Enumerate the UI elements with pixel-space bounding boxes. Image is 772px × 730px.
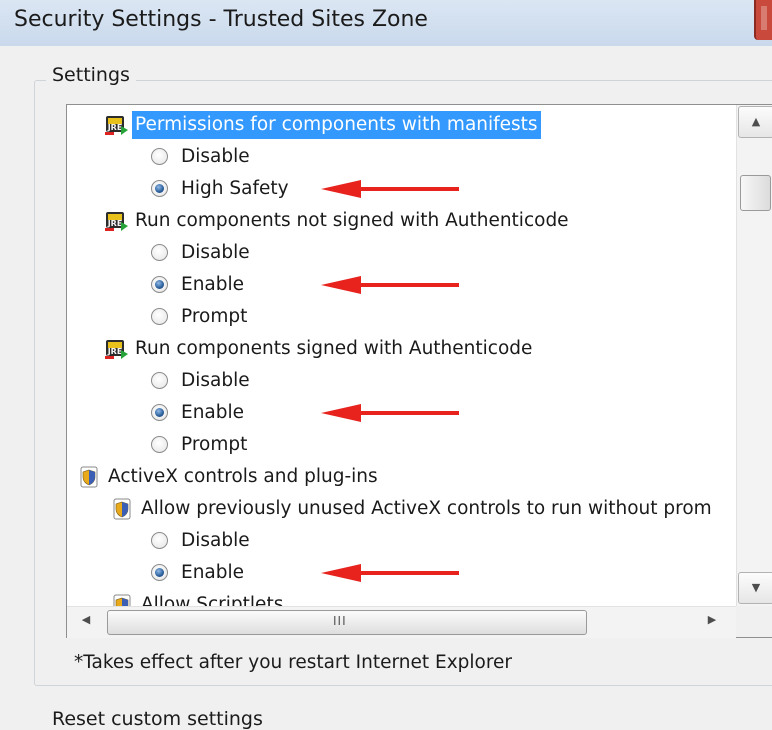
shield-icon bbox=[113, 498, 131, 520]
radio-label: Prompt bbox=[181, 434, 248, 455]
scroll-down-button[interactable]: ▼ bbox=[738, 572, 772, 604]
radio-unchecked[interactable] bbox=[151, 532, 168, 549]
scrollbar-corner bbox=[736, 606, 772, 637]
vertical-scrollbar[interactable]: ▲ ▼ bbox=[736, 105, 772, 606]
radio-option[interactable]: Prompt bbox=[67, 431, 736, 459]
category-row[interactable]: JRE Run components signed with Authentic… bbox=[67, 335, 736, 363]
radio-option[interactable]: Disable bbox=[67, 143, 736, 171]
red-arrow-annotation bbox=[321, 276, 459, 294]
settings-list[interactable]: JRE Permissions for components with mani… bbox=[66, 104, 772, 638]
radio-checked[interactable] bbox=[151, 180, 168, 197]
category-label: Run components not signed with Authentic… bbox=[135, 210, 569, 231]
settings-list-viewport: JRE Permissions for components with mani… bbox=[67, 105, 736, 606]
radio-option[interactable]: Prompt bbox=[67, 303, 736, 331]
chevron-left-icon: ◀ bbox=[81, 613, 91, 626]
reset-group-label: Reset custom settings bbox=[46, 708, 269, 730]
scroll-left-button[interactable]: ◀ bbox=[71, 610, 101, 635]
radio-option[interactable]: Disable bbox=[67, 239, 736, 267]
radio-option[interactable]: Enable bbox=[67, 271, 736, 299]
category-row[interactable]: JRE Run components not signed with Authe… bbox=[67, 207, 736, 235]
category-label: Run components signed with Authenticode bbox=[135, 338, 533, 359]
radio-label: Disable bbox=[181, 530, 250, 551]
radio-label: Prompt bbox=[181, 306, 248, 327]
chevron-up-icon: ▲ bbox=[751, 115, 761, 128]
radio-option[interactable]: High Safety bbox=[67, 175, 736, 203]
vertical-scroll-thumb[interactable] bbox=[740, 175, 771, 211]
radio-label: Enable bbox=[181, 562, 245, 583]
red-arrow-annotation bbox=[321, 180, 459, 198]
radio-unchecked[interactable] bbox=[151, 148, 168, 165]
jre-java-icon: JRE bbox=[105, 114, 129, 136]
radio-checked[interactable] bbox=[151, 404, 168, 421]
radio-checked[interactable] bbox=[151, 276, 168, 293]
chevron-right-icon: ▶ bbox=[707, 613, 717, 626]
horizontal-scroll-thumb[interactable]: III bbox=[107, 610, 587, 635]
red-arrow-annotation bbox=[321, 564, 459, 582]
radio-option[interactable]: Disable bbox=[67, 367, 736, 395]
jre-java-icon: JRE bbox=[105, 338, 129, 360]
radio-label: Disable bbox=[181, 242, 250, 263]
shield-icon bbox=[113, 594, 131, 606]
radio-label: Enable bbox=[181, 402, 245, 423]
title-bar: Security Settings - Trusted Sites Zone bbox=[0, 0, 772, 46]
radio-option[interactable]: Enable bbox=[67, 559, 736, 587]
scroll-right-button[interactable]: ▶ bbox=[697, 610, 727, 635]
subcategory-row[interactable]: Allow Scriptlets bbox=[67, 591, 736, 606]
radio-checked[interactable] bbox=[151, 564, 168, 581]
category-row[interactable]: ActiveX controls and plug-ins bbox=[67, 463, 736, 491]
jre-java-icon: JRE bbox=[105, 210, 129, 232]
close-button[interactable] bbox=[754, 0, 772, 40]
restart-note: *Takes effect after you restart Internet… bbox=[74, 652, 513, 673]
category-label: Permissions for components with manifest… bbox=[132, 111, 541, 139]
radio-unchecked[interactable] bbox=[151, 244, 168, 261]
settings-group-label: Settings bbox=[46, 64, 136, 86]
shield-icon bbox=[80, 466, 98, 488]
radio-label: Disable bbox=[181, 370, 250, 391]
horizontal-scrollbar[interactable]: ◀ III ▶ bbox=[67, 606, 736, 638]
radio-unchecked[interactable] bbox=[151, 436, 168, 453]
subcategory-label: Allow Scriptlets bbox=[141, 594, 284, 606]
red-arrow-annotation bbox=[321, 404, 459, 422]
svg-text:JRE: JRE bbox=[107, 219, 123, 228]
radio-label: High Safety bbox=[181, 178, 289, 199]
radio-unchecked[interactable] bbox=[151, 372, 168, 389]
radio-unchecked[interactable] bbox=[151, 308, 168, 325]
scroll-up-button[interactable]: ▲ bbox=[738, 106, 772, 138]
radio-label: Enable bbox=[181, 274, 245, 295]
category-label: ActiveX controls and plug-ins bbox=[108, 466, 378, 487]
subcategory-label: Allow previously unused ActiveX controls… bbox=[141, 498, 712, 519]
radio-option[interactable]: Disable bbox=[67, 527, 736, 555]
grip-icon: III bbox=[333, 614, 347, 628]
window-title: Security Settings - Trusted Sites Zone bbox=[14, 7, 428, 32]
chevron-down-icon: ▼ bbox=[751, 581, 761, 594]
svg-text:JRE: JRE bbox=[107, 347, 123, 356]
category-row[interactable]: JRE Permissions for components with mani… bbox=[67, 111, 736, 139]
subcategory-row[interactable]: Allow previously unused ActiveX controls… bbox=[67, 495, 736, 523]
radio-option[interactable]: Enable bbox=[67, 399, 736, 427]
radio-label: Disable bbox=[181, 146, 250, 167]
svg-text:JRE: JRE bbox=[107, 123, 123, 132]
